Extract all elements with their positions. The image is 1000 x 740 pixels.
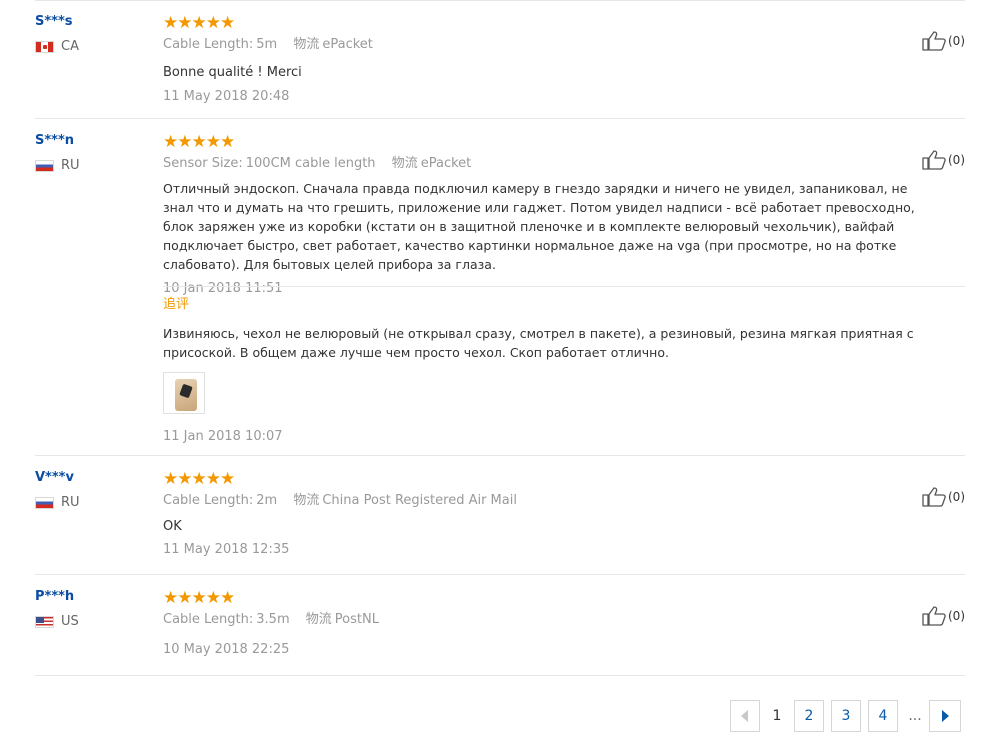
thumbs-up-icon	[922, 487, 946, 507]
reviewer-country: CA	[35, 39, 155, 54]
reviewer-info: S***s CA	[35, 14, 155, 54]
like-button[interactable]: (0)	[922, 487, 965, 507]
flag-ca-icon	[35, 40, 54, 53]
photo-content	[175, 379, 197, 411]
star-rating: ★★★★★	[163, 132, 235, 152]
shipping-value: ePacket	[420, 156, 472, 171]
star-rating: ★★★★★	[163, 469, 235, 489]
review-divider	[35, 574, 965, 575]
review-date: 11 May 2018 20:48	[163, 89, 290, 104]
attribute-value: 100CM cable length	[245, 156, 376, 171]
review-date: 10 May 2018 22:25	[163, 642, 290, 657]
review-text: Отличный эндоскоп. Сначала правда подклю…	[163, 181, 915, 272]
like-count: (0)	[948, 34, 965, 48]
pagination: 1 2 3 4 ...	[730, 700, 961, 732]
attribute-label: Cable Length:	[163, 37, 254, 52]
reviewer-name[interactable]: S***n	[35, 133, 155, 149]
star-rating: ★★★★★	[163, 588, 235, 608]
reviewer-name[interactable]: V***v	[35, 470, 155, 486]
review-text: Bonne qualité ! Merci	[163, 65, 302, 80]
followup-divider	[163, 286, 965, 287]
shipping-label: 物流	[391, 156, 418, 171]
reviewer-country: US	[35, 614, 155, 629]
page-link-2[interactable]: 2	[794, 700, 824, 732]
review-date: 11 May 2018 12:35	[163, 542, 290, 557]
followup-title: 追评	[163, 297, 190, 312]
review-divider	[35, 675, 965, 676]
followup-date: 11 Jan 2018 10:07	[163, 429, 283, 444]
attribute-label: Cable Length:	[163, 612, 254, 627]
next-page-button[interactable]	[929, 700, 961, 732]
like-count: (0)	[948, 490, 965, 504]
review-attributes: Sensor Size: 100CM cable length 物流 ePacket	[163, 156, 933, 172]
chevron-left-icon	[741, 710, 748, 722]
reviewer-info: S***n RU	[35, 133, 155, 173]
flag-us-icon	[35, 615, 54, 628]
flag-ru-icon	[35, 496, 54, 509]
reviewer-country: RU	[35, 495, 155, 510]
reviewer-name[interactable]: P***h	[35, 589, 155, 605]
review-content: ★★★★★ Sensor Size: 100CM cable length 物流 e…	[163, 133, 933, 297]
review-divider	[35, 455, 965, 456]
page-ellipsis: ...	[905, 700, 925, 732]
attribute-value: 3.5m	[256, 612, 290, 627]
country-code: RU	[61, 495, 80, 510]
shipping-label: 物流	[305, 612, 332, 627]
attribute-label: Cable Length:	[163, 493, 254, 508]
review-content: ★★★★★ Cable Length: 5m 物流 ePacket Bonne qu…	[163, 14, 933, 105]
country-code: US	[61, 614, 79, 629]
prev-page-button[interactable]	[730, 700, 760, 732]
reviewer-name[interactable]: S***s	[35, 14, 155, 30]
reviewer-info: V***v RU	[35, 470, 155, 510]
review-photo-thumbnail[interactable]	[163, 372, 205, 414]
shipping-label: 物流	[293, 37, 320, 52]
thumbs-up-icon	[922, 31, 946, 51]
attribute-value: 5m	[256, 37, 278, 52]
shipping-label: 物流	[293, 493, 320, 508]
review-content: ★★★★★ Cable Length: 2m 物流 China Post Regis…	[163, 470, 933, 558]
followup-text: Извиняюсь, чехол не велюровый (не открыв…	[163, 326, 914, 360]
chevron-right-icon	[942, 710, 949, 722]
review-attributes: Cable Length: 3.5m 物流 PostNL	[163, 612, 933, 628]
country-code: RU	[61, 158, 80, 173]
page-link-3[interactable]: 3	[831, 700, 861, 732]
like-button[interactable]: (0)	[922, 31, 965, 51]
thumbs-up-icon	[922, 150, 946, 170]
current-page: 1	[767, 700, 787, 732]
reviewer-country: RU	[35, 158, 155, 173]
review-attributes: Cable Length: 2m 物流 China Post Registered …	[163, 493, 933, 509]
attribute-label: Sensor Size:	[163, 156, 243, 171]
thumbs-up-icon	[922, 606, 946, 626]
star-rating: ★★★★★	[163, 13, 235, 33]
like-button[interactable]: (0)	[922, 150, 965, 170]
like-count: (0)	[948, 153, 965, 167]
attribute-value: 2m	[256, 493, 278, 508]
like-button[interactable]: (0)	[922, 606, 965, 626]
like-count: (0)	[948, 609, 965, 623]
review-content: ★★★★★ Cable Length: 3.5m 物流 PostNL 10 May …	[163, 589, 933, 658]
shipping-value: PostNL	[334, 612, 379, 627]
reviewer-info: P***h US	[35, 589, 155, 629]
followup-review: 追评 Извиняюсь, чехол не велюровый (не отк…	[163, 297, 968, 445]
top-divider	[35, 0, 965, 1]
review-divider	[35, 118, 965, 119]
page-link-4[interactable]: 4	[868, 700, 898, 732]
review-date: 10 Jan 2018 11:51	[163, 281, 283, 296]
flag-ru-icon	[35, 159, 54, 172]
review-attributes: Cable Length: 5m 物流 ePacket	[163, 37, 933, 53]
country-code: CA	[61, 39, 79, 54]
shipping-value: ePacket	[322, 37, 373, 52]
shipping-value: China Post Registered Air Mail	[322, 493, 517, 508]
review-text: OK	[163, 519, 182, 534]
